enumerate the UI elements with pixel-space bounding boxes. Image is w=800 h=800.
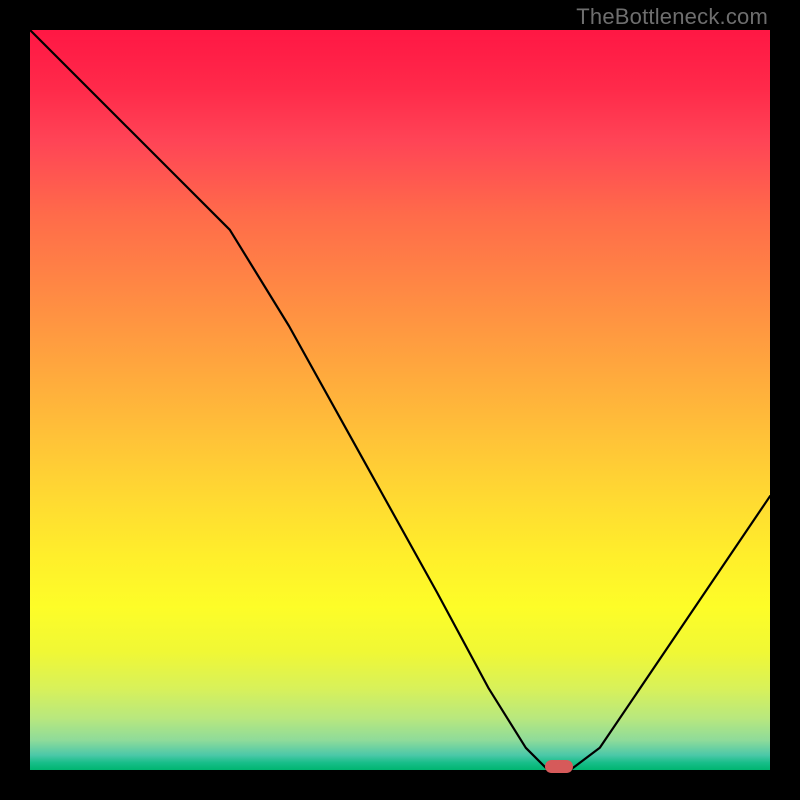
bottleneck-chart: TheBottleneck.com (0, 0, 800, 800)
plot-area (30, 30, 770, 770)
bottleneck-curve-path (30, 30, 770, 770)
curve-svg (30, 30, 770, 770)
watermark-text: TheBottleneck.com (576, 4, 768, 30)
optimal-point-marker (545, 760, 573, 773)
